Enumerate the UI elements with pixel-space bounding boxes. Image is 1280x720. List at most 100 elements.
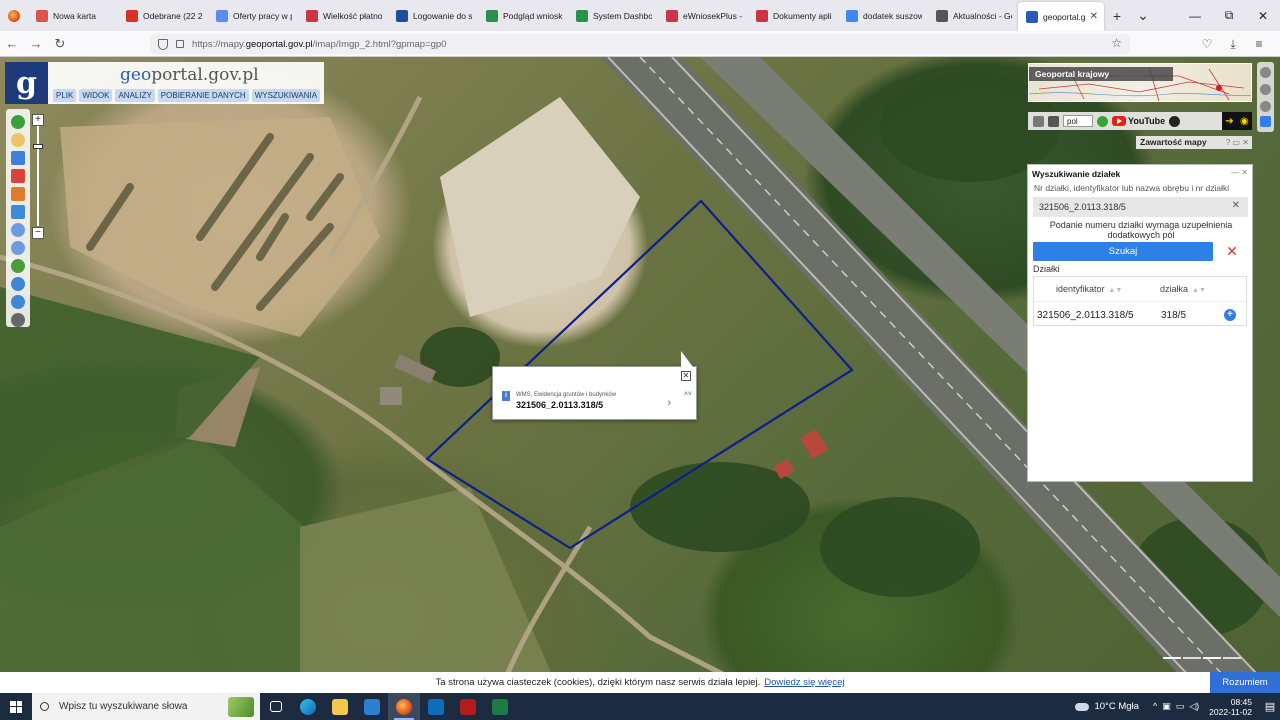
column-identifier[interactable]: identyfikator ▲▼ (1056, 284, 1122, 294)
panel-window-controls[interactable]: — ✕ (1231, 168, 1248, 177)
pocket-icon[interactable]: ♡ (1194, 31, 1220, 57)
contrast-toggle[interactable]: ➔ ◉ (1222, 112, 1252, 130)
draw-pencil-icon[interactable] (11, 187, 25, 201)
zoom-out-button[interactable]: − (32, 227, 44, 239)
browser-tab[interactable]: Aktualności - Ge (928, 0, 1018, 31)
measure-icon[interactable] (11, 205, 25, 219)
cancel-search-icon[interactable]: ✕ (1223, 243, 1241, 261)
clear-selection-icon[interactable] (11, 169, 25, 183)
chevron-right-icon[interactable]: › (667, 397, 671, 409)
lock-icon[interactable] (176, 40, 184, 48)
layer-mid-icon[interactable] (1260, 84, 1271, 95)
map-contents-controls[interactable]: ? ▭ ✕ (1226, 136, 1249, 149)
notification-icon[interactable]: ▤ (1260, 693, 1280, 720)
cell-identifier: 321506_2.0113.318/5 (1037, 310, 1134, 321)
settings-icon[interactable] (11, 313, 25, 327)
youtube-link[interactable]: YouTube (1112, 116, 1165, 126)
clock[interactable]: 08:45 2022-11-02 (1209, 697, 1252, 717)
task-view-icon[interactable] (260, 693, 292, 720)
browser-tab[interactable]: Nowa karta (28, 0, 118, 31)
browser-tab[interactable]: System Dashboar (568, 0, 658, 31)
popup-close-button[interactable]: ✕ (681, 371, 691, 381)
menu-wyszukiwania[interactable]: WYSZUKIWANIA (251, 89, 321, 102)
minimize-button[interactable]: — (1178, 0, 1212, 31)
zoom-out-icon[interactable] (11, 241, 25, 255)
clear-input-icon[interactable]: ✕ (1232, 200, 1240, 211)
table-icon[interactable] (1033, 115, 1044, 127)
menu-pobieranie-danych[interactable]: POBIERANIE DANYCH (157, 89, 249, 102)
tab-favicon-icon (306, 9, 318, 22)
menu-plik[interactable]: PLIK (53, 89, 77, 102)
download-icon[interactable]: ⤓ (1220, 31, 1246, 57)
forward-arrow-icon[interactable]: → (24, 32, 48, 56)
browser-tab[interactable]: Oferty pracy w powi (208, 0, 298, 31)
reload-icon[interactable]: ↻ (48, 32, 72, 56)
forward-view-icon[interactable] (11, 295, 25, 309)
globe-icon[interactable] (11, 259, 25, 273)
cookie-text: Ta strona używa ciasteczek (cookies), dz… (435, 677, 761, 688)
print-icon[interactable] (1048, 115, 1059, 127)
search-button[interactable]: Szukaj (1033, 242, 1213, 261)
browser-tab[interactable]: Odebrane (22 243 (118, 0, 208, 31)
back-view-icon[interactable] (11, 277, 25, 291)
language-select[interactable]: pol (1063, 115, 1093, 127)
bookmark-star-icon[interactable]: ☆ (1111, 36, 1122, 50)
tab-favicon-icon (216, 9, 228, 22)
zoom-in-button[interactable]: + (32, 114, 44, 126)
taskbar-search[interactable]: Wpisz tu wyszukiwane słowa (32, 693, 260, 720)
shield-icon[interactable] (158, 38, 168, 50)
edge-icon[interactable] (292, 693, 324, 720)
browser-tab[interactable]: Wielkość płatnoś (298, 0, 388, 31)
zoom-in-icon[interactable] (11, 223, 25, 237)
close-window-button[interactable]: ✕ (1246, 0, 1280, 31)
firefox-menu-icon[interactable] (0, 0, 28, 31)
menu-analizy[interactable]: ANALIZY (115, 89, 155, 102)
scroll-arrows-icon[interactable]: ˄˅ (684, 389, 692, 400)
visibility-eye-icon[interactable] (1260, 116, 1271, 127)
menu-widok[interactable]: WIDOK (79, 89, 113, 102)
parcel-search-input[interactable]: 321506_2.0113.318/5 (1033, 197, 1248, 217)
browser-tab[interactable]: eWniosekPlus - Z (658, 0, 748, 31)
url-bar[interactable]: https://mapy. geoportal.gov.pl /imap/Img… (150, 34, 1130, 54)
outlook-icon[interactable] (420, 693, 452, 720)
ht-app-icon[interactable] (452, 693, 484, 720)
zoom-slider-knob[interactable] (33, 144, 43, 149)
accessibility-icon[interactable] (1169, 115, 1181, 127)
browser-tab[interactable]: Podgląd wniosku (478, 0, 568, 31)
browser-tab[interactable]: Logowanie do sy (388, 0, 478, 31)
excel-icon[interactable] (484, 693, 516, 720)
select-area-icon[interactable] (11, 151, 25, 165)
layer-down-icon[interactable] (1260, 101, 1271, 112)
cookie-accept-button[interactable]: Rozumiem (1210, 672, 1280, 693)
back-arrow-icon[interactable]: ← (0, 32, 24, 56)
menu-icon[interactable]: ≡ (1246, 31, 1272, 57)
map-contents-label: Zawartość mapy (1140, 137, 1207, 147)
tab-list-button[interactable]: ⌄ (1130, 0, 1156, 31)
map-contents-bar[interactable]: Zawartość mapy ? ▭ ✕ (1136, 136, 1252, 149)
overview-map[interactable]: Geoportal krajowy (1028, 63, 1252, 102)
mail-icon[interactable] (356, 693, 388, 720)
tab-active[interactable]: geoportal.gov. ✕ (1018, 2, 1104, 31)
cookie-more-link[interactable]: Dowiedz się więcej (764, 677, 844, 688)
browser-tab[interactable]: Dokumenty aplik (748, 0, 838, 31)
map-canvas[interactable]: g geoportal.gov.pl PLIK WIDOK ANALIZY PO… (0, 57, 1280, 693)
file-explorer-icon[interactable] (324, 693, 356, 720)
weather-widget[interactable]: 10°C Mgła (1075, 701, 1139, 712)
pan-hand-icon[interactable] (11, 133, 25, 147)
restore-button[interactable]: ⧉ (1212, 0, 1246, 31)
browser-tab[interactable]: dodatek suszowy (838, 0, 928, 31)
layer-up-icon[interactable] (1260, 67, 1271, 78)
column-parcel[interactable]: działka ▲▼ (1160, 284, 1206, 294)
new-tab-button[interactable]: + (1104, 0, 1130, 31)
scale-bar (1163, 655, 1241, 661)
table-row[interactable]: 321506_2.0113.318/5 318/5 + (1034, 301, 1246, 326)
info-icon[interactable] (11, 115, 25, 129)
firefox-icon[interactable] (388, 693, 420, 720)
tray-icons[interactable]: ^ ▣ ▭ ◁) (1153, 701, 1199, 712)
zoom-slider[interactable]: + − (32, 114, 44, 239)
tab-label: Aktualności - Ge (953, 10, 1012, 21)
tab-close-icon[interactable]: ✕ (1090, 11, 1098, 22)
add-to-map-icon[interactable]: + (1224, 309, 1236, 321)
help-icon[interactable] (1097, 115, 1108, 127)
start-button[interactable] (0, 693, 32, 720)
